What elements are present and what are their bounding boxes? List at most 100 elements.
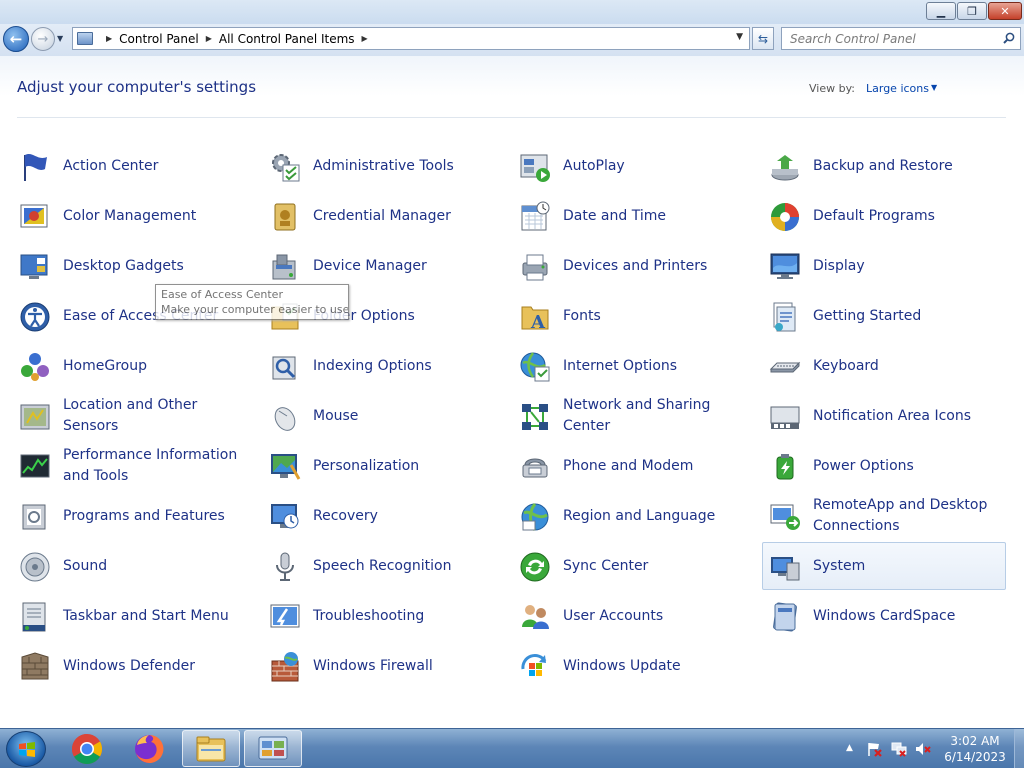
firefox-icon <box>135 734 164 763</box>
refresh-button[interactable]: ⇆ <box>752 27 774 50</box>
breadcrumb-separator-icon[interactable]: ▶ <box>206 34 212 43</box>
search-input[interactable]: Search Control Panel <box>781 27 1021 50</box>
minimize-button[interactable]: ▁ <box>926 2 956 20</box>
control-panel-item-remoteapp-and-desktop-connections[interactable]: RemoteApp and Desktop Connections <box>762 492 1006 540</box>
breadcrumb-separator-icon[interactable]: ▶ <box>106 34 112 43</box>
control-panel-item-phone-and-modem[interactable]: Phone and Modem <box>512 442 756 490</box>
clock-time: 3:02 AM <box>950 734 1000 748</box>
show-hidden-icons-button[interactable]: ▲ <box>846 743 853 753</box>
notification-icon <box>769 401 801 433</box>
item-label: Taskbar and Start Menu <box>63 607 229 624</box>
control-panel-item-internet-options[interactable]: Internet Options <box>512 342 756 390</box>
control-panel-item-backup-and-restore[interactable]: Backup and Restore <box>762 142 1006 190</box>
control-panel-item-getting-started[interactable]: Getting Started <box>762 292 1006 340</box>
address-bar[interactable]: ▶ Control Panel ▶ All Control Panel Item… <box>72 27 750 50</box>
control-panel-item-location-and-other-sensors[interactable]: Location and Other Sensors <box>12 392 256 440</box>
item-label: Mouse <box>313 407 359 424</box>
maximize-icon: ❐ <box>967 4 977 18</box>
control-panel-item-notification-area-icons[interactable]: Notification Area Icons <box>762 392 1006 440</box>
content-area: Adjust your computer's settings View by:… <box>0 56 1024 728</box>
control-panel-item-devices-and-printers[interactable]: Devices and Printers <box>512 242 756 290</box>
taskbar-explorer[interactable] <box>182 730 240 767</box>
item-label: Performance Information and Tools <box>63 447 238 484</box>
control-panel-item-administrative-tools[interactable]: Administrative Tools <box>262 142 506 190</box>
item-label: Troubleshooting <box>313 607 425 624</box>
system-icon <box>769 551 801 583</box>
item-label: Location and Other Sensors <box>63 397 198 434</box>
item-label: Programs and Features <box>63 507 225 524</box>
control-panel-item-fonts[interactable]: A Fonts <box>512 292 756 340</box>
address-dropdown-icon[interactable]: ▼ <box>736 32 743 42</box>
view-by-label: View by: <box>809 82 855 95</box>
control-panel-item-windows-defender[interactable]: Windows Defender <box>12 642 256 690</box>
network-icon[interactable] <box>891 741 907 757</box>
chevron-down-icon[interactable]: ▼ <box>931 83 937 92</box>
item-label: Phone and Modem <box>563 457 694 474</box>
explorer-icon <box>196 736 226 761</box>
control-panel-item-taskbar-and-start-menu[interactable]: Taskbar and Start Menu <box>12 592 256 640</box>
control-panel-item-display[interactable]: Display <box>762 242 1006 290</box>
system-clock[interactable]: 3:02 AM 6/14/2023 <box>940 733 1010 765</box>
close-icon: ✕ <box>1000 4 1010 18</box>
control-panel-item-troubleshooting[interactable]: Troubleshooting <box>262 592 506 640</box>
control-panel-item-windows-firewall[interactable]: Windows Firewall <box>262 642 506 690</box>
search-placeholder: Search Control Panel <box>790 31 916 46</box>
recent-pages-dropdown[interactable]: ▼ <box>57 34 63 43</box>
control-panel-item-action-center[interactable]: Action Center <box>12 142 256 190</box>
control-panel-item-windows-update[interactable]: Windows Update <box>512 642 756 690</box>
forward-button[interactable]: → <box>31 27 55 51</box>
control-panel-item-system[interactable]: System <box>762 542 1006 590</box>
mouse-icon <box>269 401 301 433</box>
control-panel-item-speech-recognition[interactable]: Speech Recognition <box>262 542 506 590</box>
control-panel-item-performance-information-and-tools[interactable]: Performance Information and Tools <box>12 442 256 490</box>
view-by-dropdown[interactable]: Large icons <box>866 82 929 95</box>
control-panel-item-credential-manager[interactable]: Credential Manager <box>262 192 506 240</box>
control-panel-item-default-programs[interactable]: Default Programs <box>762 192 1006 240</box>
phone-modem-icon <box>519 451 551 483</box>
item-label: Display <box>813 257 865 274</box>
control-panel-item-keyboard[interactable]: Keyboard <box>762 342 1006 390</box>
control-panel-item-device-manager[interactable]: Device Manager <box>262 242 506 290</box>
control-panel-item-network-and-sharing-center[interactable]: Network and Sharing Center <box>512 392 756 440</box>
control-panel-item-personalization[interactable]: Personalization <box>262 442 506 490</box>
maximize-button[interactable]: ❐ <box>957 2 987 20</box>
control-panel-item-region-and-language[interactable]: Region and Language <box>512 492 756 540</box>
breadcrumb-separator-icon[interactable]: ▶ <box>362 34 368 43</box>
microphone-icon <box>269 551 301 583</box>
breadcrumb-all-items[interactable]: All Control Panel Items <box>219 32 355 46</box>
programs-icon <box>19 501 51 533</box>
taskbar-control-panel[interactable] <box>244 730 302 767</box>
taskbar-firefox[interactable] <box>120 730 178 767</box>
close-button[interactable]: ✕ <box>988 2 1022 20</box>
item-label: Device Manager <box>313 257 427 274</box>
region-globe-icon <box>519 501 551 533</box>
item-label: Windows Firewall <box>313 657 433 674</box>
control-panel-item-color-management[interactable]: Color Management <box>12 192 256 240</box>
search-icon[interactable] <box>1003 32 1015 44</box>
show-desktop-button[interactable] <box>1014 729 1024 768</box>
control-panel-item-power-options[interactable]: Power Options <box>762 442 1006 490</box>
backup-icon <box>769 151 801 183</box>
control-panel-item-windows-cardspace[interactable]: Windows CardSpace <box>762 592 1006 640</box>
item-label: Recovery <box>313 507 378 524</box>
windows-logo-icon <box>19 742 35 757</box>
control-panel-item-homegroup[interactable]: HomeGroup <box>12 342 256 390</box>
volume-muted-icon[interactable] <box>915 741 931 757</box>
control-panel-item-mouse[interactable]: Mouse <box>262 392 506 440</box>
control-panel-item-recovery[interactable]: Recovery <box>262 492 506 540</box>
svg-text:A: A <box>530 312 546 333</box>
item-label: Sync Center <box>563 557 649 574</box>
control-panel-item-programs-and-features[interactable]: Programs and Features <box>12 492 256 540</box>
action-center-flag-icon[interactable] <box>866 741 882 757</box>
control-panel-item-user-accounts[interactable]: User Accounts <box>512 592 756 640</box>
control-panel-item-desktop-gadgets[interactable]: Desktop Gadgets <box>12 242 256 290</box>
back-button[interactable]: ← <box>3 26 29 52</box>
start-button[interactable] <box>6 731 46 767</box>
control-panel-item-sync-center[interactable]: Sync Center <box>512 542 756 590</box>
control-panel-item-indexing-options[interactable]: Indexing Options <box>262 342 506 390</box>
control-panel-item-sound[interactable]: Sound <box>12 542 256 590</box>
taskbar-chrome[interactable] <box>58 730 116 767</box>
control-panel-item-autoplay[interactable]: AutoPlay <box>512 142 756 190</box>
breadcrumb-control-panel[interactable]: Control Panel <box>119 32 199 46</box>
control-panel-item-date-and-time[interactable]: Date and Time <box>512 192 756 240</box>
